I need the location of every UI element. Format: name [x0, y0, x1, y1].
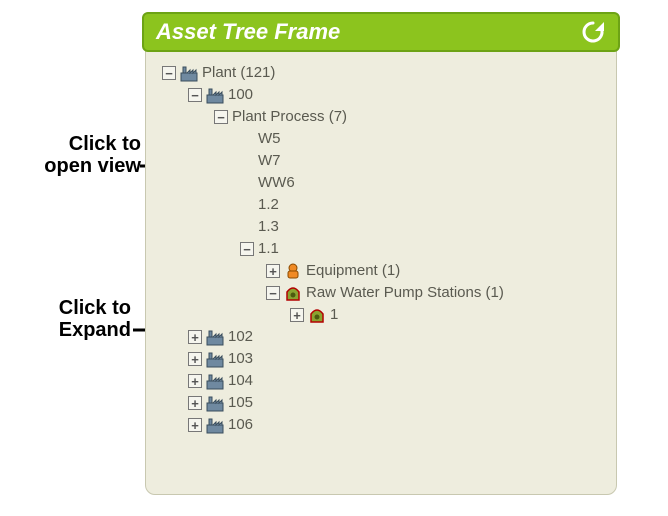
plant-icon — [180, 64, 198, 82]
tree-node-102[interactable]: 102 — [188, 326, 606, 348]
asset-tree-panel: Asset Tree Frame Plant (121) 100 — [145, 15, 617, 495]
annot-click-expand: Click to Expand — [5, 297, 131, 341]
node-label: 1.2 — [258, 194, 279, 216]
tree-node-plant[interactable]: Plant (121) — [162, 62, 606, 84]
expander-plus[interactable] — [290, 308, 304, 322]
expander-plus[interactable] — [188, 418, 202, 432]
tree-node-1-1[interactable]: 1.1 — [240, 238, 606, 260]
asset-tree: Plant (121) 100 Plant Process (7) W5 W7 … — [162, 62, 606, 484]
panel-title: Asset Tree Frame — [156, 19, 340, 45]
expander-plus[interactable] — [188, 396, 202, 410]
expander-minus[interactable] — [162, 66, 176, 80]
node-label: Plant (121) — [202, 62, 275, 84]
tree-node-raw-water[interactable]: Raw Water Pump Stations (1) — [266, 282, 606, 304]
refresh-icon[interactable] — [580, 19, 606, 45]
annot-click-open-view: Click to open view — [5, 133, 141, 177]
tree-node-1-2[interactable]: 1.2 — [240, 194, 606, 216]
tree-node-100[interactable]: 100 — [188, 84, 606, 106]
tree-node-103[interactable]: 103 — [188, 348, 606, 370]
plant-icon — [206, 86, 224, 104]
node-label: 105 — [228, 392, 253, 414]
expander-minus[interactable] — [266, 286, 280, 300]
expander-plus[interactable] — [266, 264, 280, 278]
node-label: Plant Process (7) — [232, 106, 347, 128]
equipment-icon — [284, 262, 302, 280]
tree-node-w7[interactable]: W7 — [240, 150, 606, 172]
tree-node-ww6[interactable]: WW6 — [240, 172, 606, 194]
station-icon — [308, 306, 326, 324]
node-label: 1.1 — [258, 238, 279, 260]
tree-node-plant-process[interactable]: Plant Process (7) — [214, 106, 606, 128]
expander-plus[interactable] — [188, 352, 202, 366]
node-label: W5 — [258, 128, 281, 150]
expander-plus[interactable] — [188, 330, 202, 344]
node-label: 102 — [228, 326, 253, 348]
panel-header: Asset Tree Frame — [142, 12, 620, 52]
plant-icon — [206, 350, 224, 368]
expander-minus[interactable] — [188, 88, 202, 102]
plant-icon — [206, 416, 224, 434]
tree-node-104[interactable]: 104 — [188, 370, 606, 392]
tree-node-106[interactable]: 106 — [188, 414, 606, 436]
expander-plus[interactable] — [188, 374, 202, 388]
tree-node-w5[interactable]: W5 — [240, 128, 606, 150]
node-label: W7 — [258, 150, 281, 172]
node-label: 100 — [228, 84, 253, 106]
tree-node-1[interactable]: 1 — [290, 304, 606, 326]
node-label: 106 — [228, 414, 253, 436]
node-label: Raw Water Pump Stations (1) — [306, 282, 504, 304]
node-label: 1.3 — [258, 216, 279, 238]
node-label: 1 — [330, 304, 338, 326]
plant-icon — [206, 328, 224, 346]
tree-node-equipment[interactable]: Equipment (1) — [266, 260, 606, 282]
tree-node-105[interactable]: 105 — [188, 392, 606, 414]
tree-node-1-3[interactable]: 1.3 — [240, 216, 606, 238]
node-label: WW6 — [258, 172, 295, 194]
expander-minus[interactable] — [214, 110, 228, 124]
node-label: 103 — [228, 348, 253, 370]
node-label: 104 — [228, 370, 253, 392]
station-icon — [284, 284, 302, 302]
plant-icon — [206, 372, 224, 390]
expander-minus[interactable] — [240, 242, 254, 256]
plant-icon — [206, 394, 224, 412]
node-label: Equipment (1) — [306, 260, 400, 282]
